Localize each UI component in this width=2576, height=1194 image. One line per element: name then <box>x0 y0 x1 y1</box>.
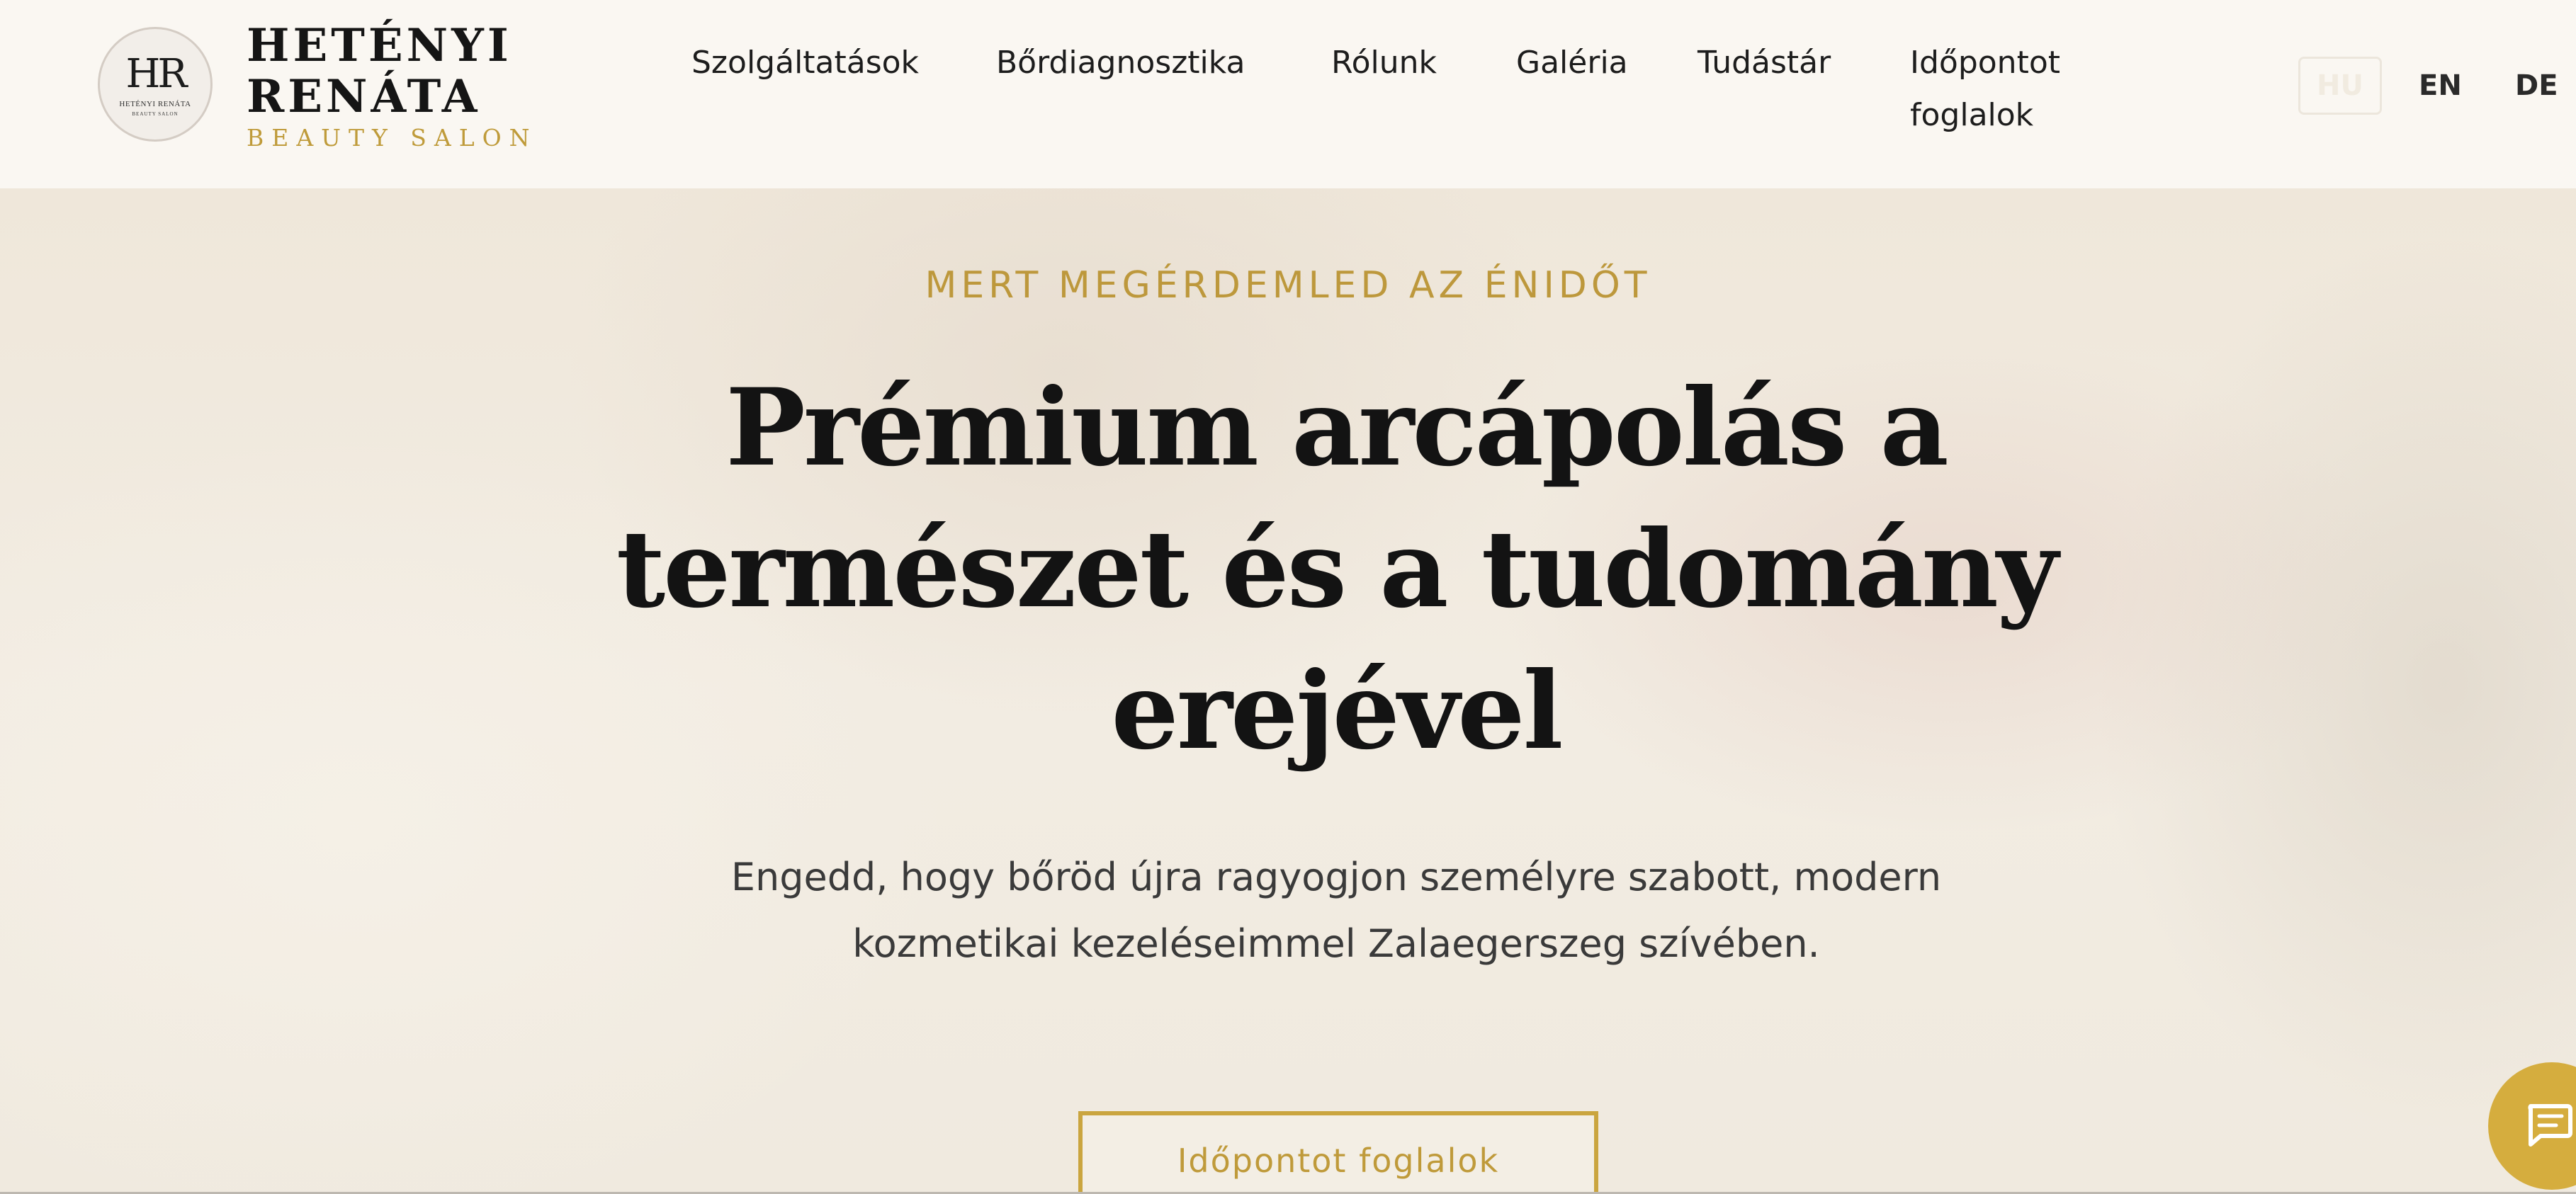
nav-item-galeria[interactable]: Galéria <box>1516 37 1628 89</box>
brand-tagline: BEAUTY SALON <box>247 124 538 152</box>
chat-icon <box>2528 1104 2572 1147</box>
nav-item-idopontot-foglalok[interactable]: Időpontot foglalok <box>1910 37 2101 142</box>
site-header: HR HETÉNYI RENÁTA BEAUTY SALON HETÉNYI R… <box>0 0 2576 188</box>
language-hu-button[interactable]: HU <box>2298 57 2382 115</box>
logo-monogram: HR <box>125 51 188 97</box>
hero-subtext: Engedd, hogy bőröd újra ragyogjon személ… <box>730 855 1942 966</box>
logo[interactable]: HR HETÉNYI RENÁTA BEAUTY SALON <box>98 27 213 142</box>
hero-kicker: MERT MEGÉRDEMLED AZ ÉNIDŐT <box>925 264 1651 307</box>
brand-name-line2[interactable]: RENÁTA <box>247 72 480 122</box>
logo-circle-subtitle: BEAUTY SALON <box>132 111 179 117</box>
nav-item-szolgaltatasok[interactable]: Szolgáltatások <box>691 37 919 89</box>
nav-item-bordiagnosztika[interactable]: Bőrdiagnosztika <box>996 37 1245 89</box>
nav-item-rolunk[interactable]: Rólunk <box>1331 37 1437 89</box>
nav-item-tudastar[interactable]: Tudástár <box>1697 37 1831 89</box>
brand-name-line1[interactable]: HETÉNYI <box>247 21 512 71</box>
logo-circle-name: HETÉNYI RENÁTA <box>119 100 191 108</box>
language-de-button[interactable]: DE <box>2515 57 2558 115</box>
language-en-button[interactable]: EN <box>2419 57 2462 115</box>
book-appointment-button[interactable]: Időpontot foglalok <box>1078 1111 1598 1194</box>
hero-headline: Prémium arcápolás a természet és a tudom… <box>616 365 2058 773</box>
